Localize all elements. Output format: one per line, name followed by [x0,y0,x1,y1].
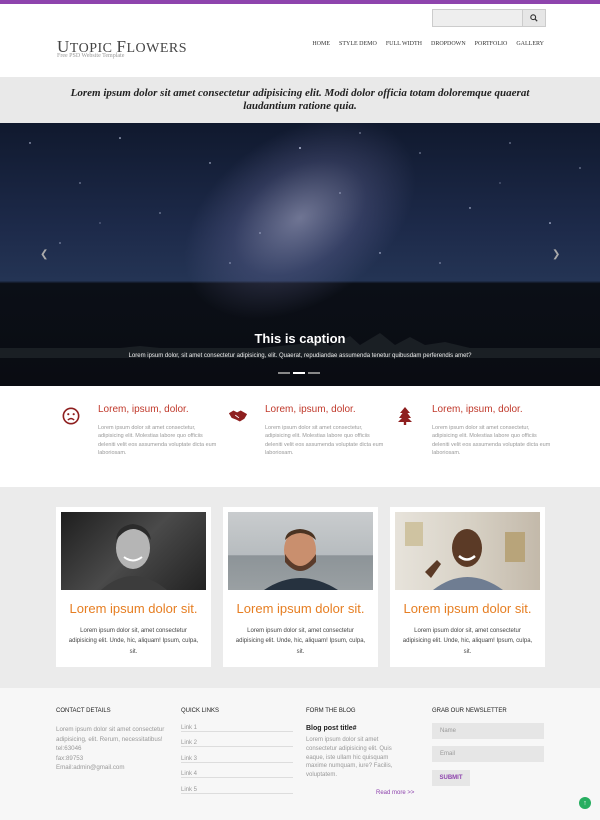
footer-link-5[interactable]: Link 5 [181,778,293,794]
footer-link-3[interactable]: Link 3 [181,747,293,763]
main-nav: HOME STYLE DEMO FULL WIDTH DROPDOWN PORT… [312,41,544,47]
card-text: Lorem ipsum dolor sit, amet consectetur … [402,628,533,655]
team-card-1: Lorem ipsum dolor sit. Lorem ipsum dolor… [56,507,211,667]
footer-heading: FORM THE BLOG [306,708,356,714]
team-card-2: Lorem ipsum dolor sit. Lorem ipsum dolor… [223,507,378,667]
blog-post-title[interactable]: Blog post title# [306,725,421,732]
scroll-top-icon[interactable]: ↑ [579,797,591,809]
team-card-3: Lorem ipsum dolor sit. Lorem ipsum dolor… [390,507,545,667]
contact-fax: fax:89753 [56,754,84,762]
feature-title: Lorem, ipsum, dolor. [98,404,189,415]
card-title: Lorem ipsum dolor sit. [236,601,365,616]
slide-subcaption: Lorem ipsum dolor, sit amet consectetur … [128,353,472,359]
footer-link-2[interactable]: Link 2 [181,732,293,747]
search-icon [530,14,538,22]
contact-email: Email:admin@gmail.com [56,764,125,771]
read-more-link[interactable]: Read more >> [376,790,414,796]
tree-icon [395,406,415,426]
slide-indicator[interactable] [278,372,290,374]
footer-blog: FORM THE BLOG Blog post title# Lorem ips… [306,708,421,808]
nav-item-style-demo[interactable]: STYLE DEMO [339,41,377,47]
contact-tel: tel:63046 [56,745,82,752]
footer-quick-links: QUICK LINKS Link 1 Link 2 Link 3 Link 4 … [181,708,293,794]
person-portrait [61,512,206,590]
slide-indicator-active[interactable] [293,372,305,374]
person-portrait [228,512,373,590]
card-text: Lorem ipsum dolor sit, amet consectetur … [235,628,366,655]
footer-contact: CONTACT DETAILS Lorem ipsum dolor sit am… [56,708,168,773]
nav-item-dropdown[interactable]: DROPDOWN [431,41,466,47]
footer-link-1[interactable]: Link 1 [181,716,293,732]
starfield [29,132,581,264]
blog-post-text: Lorem ipsum dolor sit amet consectetur a… [306,737,393,779]
chevron-right-icon[interactable]: ❯ [552,249,560,260]
card-text: Lorem ipsum dolor sit, amet consectetur … [68,628,199,655]
newsletter-name-input[interactable]: Name [432,723,544,739]
slide-indicators [278,372,320,374]
intro-text: Lorem ipsum dolor sit amet consectetur a… [70,87,530,112]
slide-indicator[interactable] [308,372,320,374]
feature-title: Lorem, ipsum, dolor. [265,404,356,415]
feature-text: Lorem ipsum dolor sit amet consectetur, … [98,425,217,457]
card-title: Lorem ipsum dolor sit. [69,601,198,616]
search-button[interactable] [522,10,545,26]
feature-text: Lorem ipsum dolor sit amet consectetur, … [265,425,384,457]
intro-banner: Lorem ipsum dolor sit amet consectetur a… [0,77,600,123]
nav-item-portfolio[interactable]: PORTFOLIO [475,41,508,47]
contact-text: Lorem ipsum dolor sit amet consectetur a… [56,726,165,743]
frown-face-icon [61,406,81,426]
top-accent-bar [0,0,600,4]
newsletter-email-input[interactable]: Email [432,746,544,762]
person-portrait [395,512,540,590]
feature-text: Lorem ipsum dolor sit amet consectetur, … [432,425,551,457]
hero-slider: ❮ ❯ This is caption Lorem ipsum dolor, s… [0,123,600,386]
footer-link-4[interactable]: Link 4 [181,763,293,778]
search-input[interactable] [433,10,523,26]
newsletter-submit-button[interactable]: SUBMIT [432,770,470,786]
search-box[interactable] [432,9,546,27]
card-title: Lorem ipsum dolor sit. [403,601,532,616]
site-tagline: Free PSD Website Template [57,53,125,59]
chevron-left-icon[interactable]: ❮ [40,249,48,260]
handshake-icon [228,406,248,426]
nav-item-full-width[interactable]: FULL WIDTH [386,41,422,47]
nav-item-gallery[interactable]: GALLERY [516,41,544,47]
slide-caption: This is caption [254,331,346,346]
nav-item-home[interactable]: HOME [312,41,330,47]
feature-title: Lorem, ipsum, dolor. [432,404,523,415]
footer-newsletter: GRAB OUR NEWSLETTER Name Email SUBMIT [432,708,544,786]
